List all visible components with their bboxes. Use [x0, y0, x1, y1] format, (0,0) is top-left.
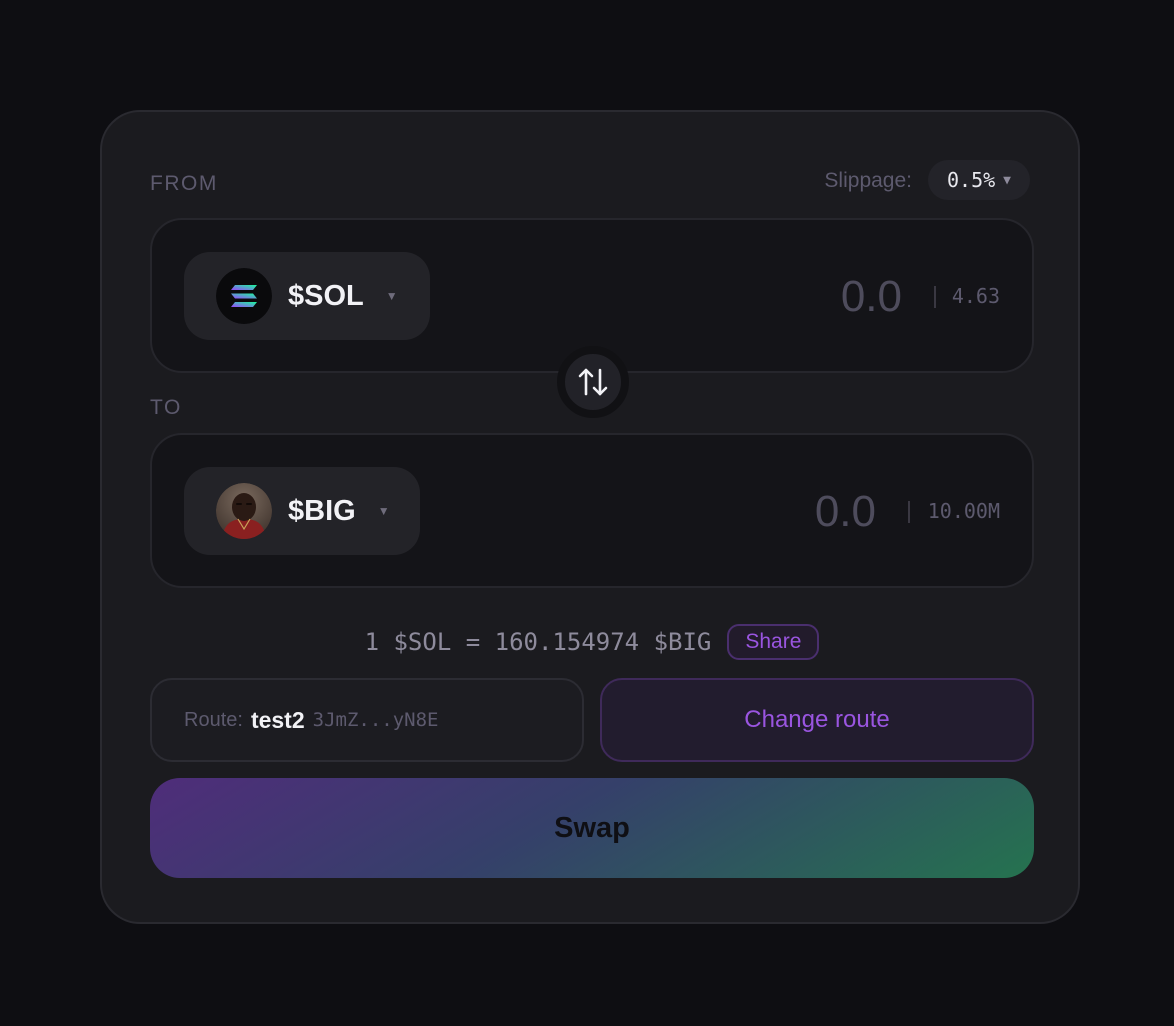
- token-avatar: [216, 483, 272, 539]
- swap-card: FROM Slippage: 0.5% ▼ $SOL ▼ 0.0 4.63 TO…: [100, 110, 1080, 924]
- slippage-select[interactable]: 0.5% ▼: [928, 160, 1030, 200]
- switch-direction-button[interactable]: [557, 346, 629, 418]
- from-balance: 4.63: [951, 284, 1000, 308]
- exchange-rate-row: 1 $SOL = 160.154974 $BIG Share: [150, 622, 1034, 662]
- to-token-box: $BIG ▼ 0.0 10.00M: [150, 433, 1034, 588]
- chevron-down-icon: ▼: [377, 504, 390, 518]
- from-token-symbol: $SOL: [288, 279, 364, 312]
- from-token-selector[interactable]: $SOL ▼: [184, 252, 430, 340]
- to-token-selector[interactable]: $BIG ▼: [184, 467, 420, 555]
- exchange-rate: 1 $SOL = 160.154974 $BIG: [364, 628, 712, 656]
- route-info[interactable]: Route: test2 3JmZ...yN8E: [150, 678, 584, 762]
- share-button[interactable]: Share: [727, 624, 820, 660]
- route-name: test2: [250, 706, 305, 733]
- swap-arrows-icon: [578, 368, 608, 396]
- route-label: Route:: [184, 708, 243, 731]
- slippage-value: 0.5%: [947, 168, 996, 192]
- chevron-down-icon: ▼: [1003, 172, 1011, 188]
- divider: [908, 501, 910, 523]
- to-balance: 10.00M: [927, 499, 1000, 523]
- chevron-down-icon: ▼: [385, 289, 398, 303]
- slippage-label: Slippage:: [824, 169, 912, 192]
- solana-logo-icon: [216, 268, 272, 324]
- to-amount-input[interactable]: 0.0: [815, 487, 876, 537]
- divider: [934, 286, 936, 308]
- from-label: FROM: [150, 172, 218, 195]
- route-address: 3JmZ...yN8E: [312, 709, 439, 731]
- change-route-button[interactable]: Change route: [600, 678, 1034, 762]
- to-label: TO: [150, 396, 182, 419]
- to-token-symbol: $BIG: [288, 494, 356, 527]
- swap-button[interactable]: Swap: [150, 778, 1034, 878]
- from-amount-input[interactable]: 0.0: [841, 272, 902, 322]
